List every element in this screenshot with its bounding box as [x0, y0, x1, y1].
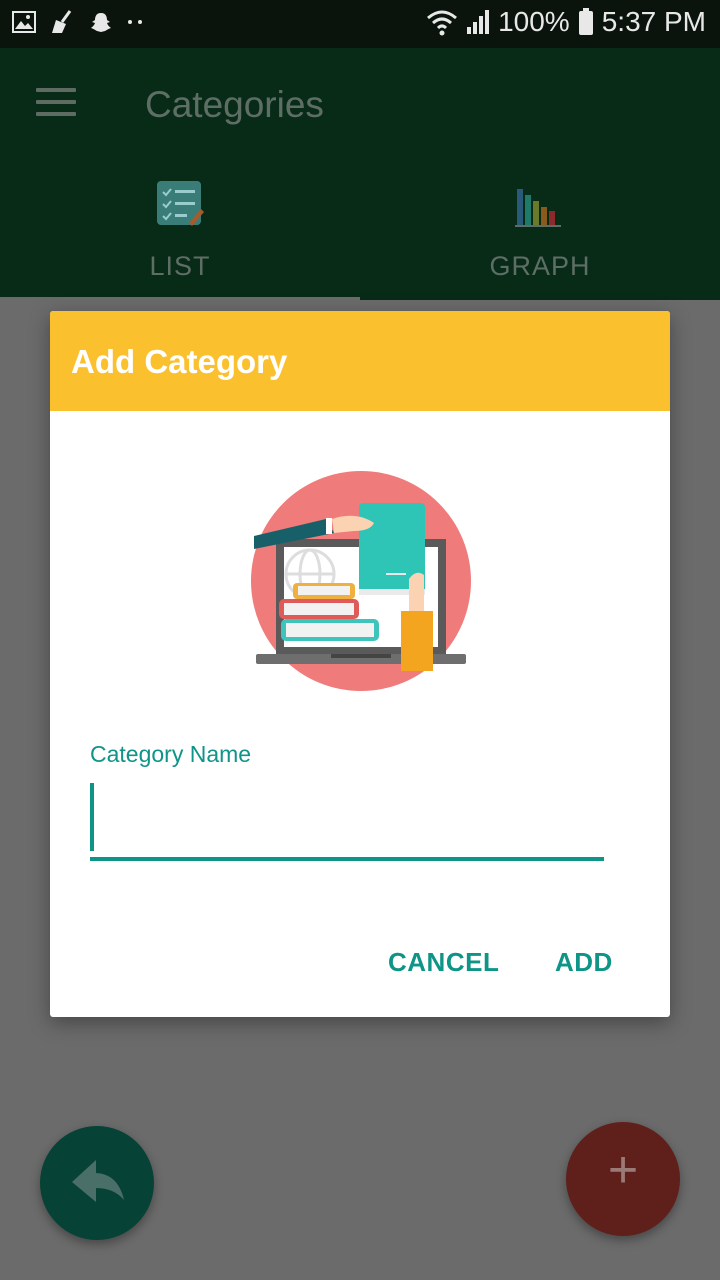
broom-icon: [52, 10, 72, 33]
plus-icon: +: [607, 1141, 639, 1199]
tab-graph[interactable]: GRAPH: [360, 175, 720, 295]
category-name-input[interactable]: [90, 781, 604, 861]
clock: 5:37 PM: [601, 6, 706, 37]
dialog-title: Add Category: [71, 343, 288, 380]
status-bar: 100% 5:37 PM: [0, 0, 720, 48]
battery-icon: [578, 8, 593, 35]
tab-label-graph: GRAPH: [489, 251, 591, 281]
category-name-label: Category Name: [90, 741, 252, 767]
reply-arrow-icon: [72, 1160, 124, 1202]
back-fab-button[interactable]: [40, 1126, 154, 1240]
checklist-icon: [157, 181, 204, 226]
page-title: Categories: [145, 84, 324, 125]
add-fab-button[interactable]: +: [566, 1122, 680, 1236]
image-icon: [12, 11, 36, 33]
add-button[interactable]: ADD: [555, 947, 613, 978]
wifi-icon: [427, 10, 458, 36]
snapchat-icon: [91, 13, 111, 32]
tab-label-list: LIST: [149, 251, 211, 281]
signal-icon: [467, 10, 490, 34]
add-category-dialog: Add Category Category Name CANCEL ADD: [50, 311, 670, 1017]
text-cursor: [90, 783, 94, 851]
cancel-button[interactable]: CANCEL: [388, 947, 499, 978]
dots-icon: [128, 20, 142, 24]
tab-indicator: [0, 297, 360, 301]
hamburger-menu-icon[interactable]: [36, 88, 76, 118]
category-illustration: [251, 471, 471, 691]
tab-list[interactable]: LIST: [0, 175, 360, 295]
bar-graph-icon: [515, 189, 561, 227]
battery-percent: 100%: [498, 6, 570, 37]
